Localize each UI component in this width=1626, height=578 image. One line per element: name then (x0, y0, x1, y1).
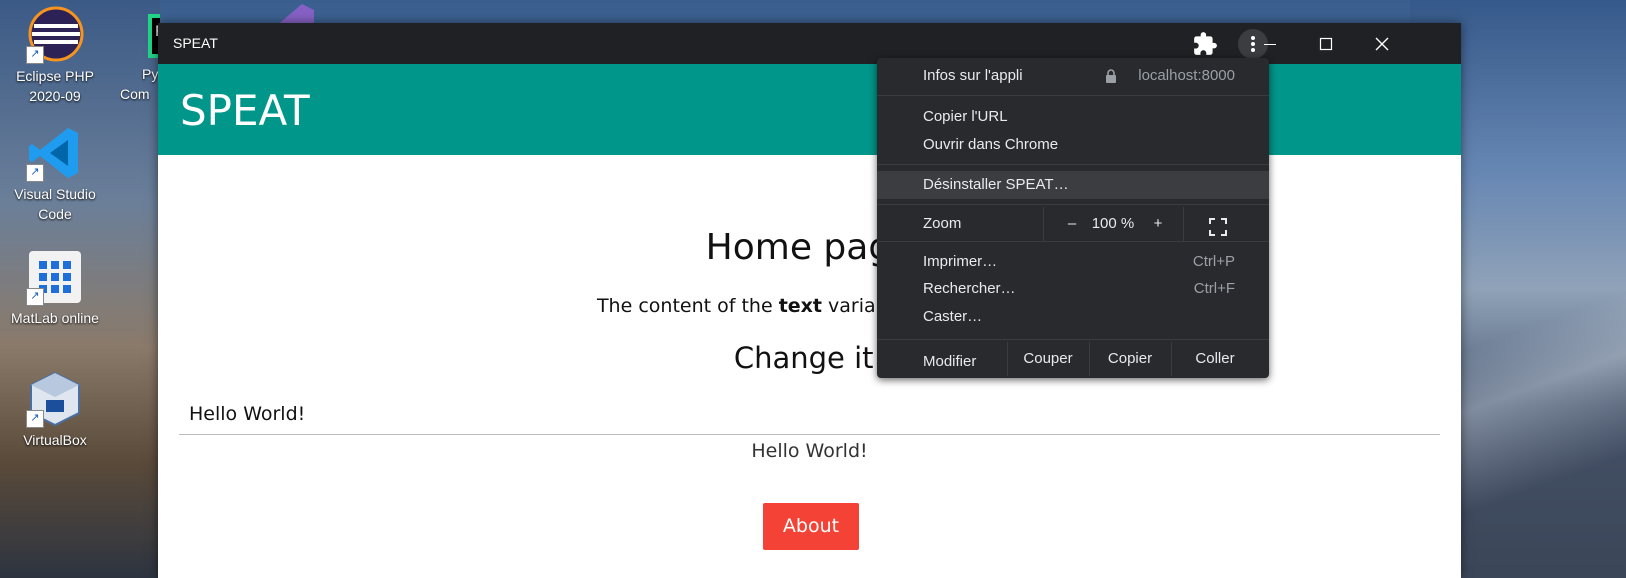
paste-button[interactable]: Coller (1171, 342, 1259, 376)
edit-label: Modifier (923, 353, 977, 370)
fullscreen-icon[interactable] (1209, 215, 1227, 236)
zoom-in-button[interactable]: + (1145, 207, 1171, 241)
app-origin: localhost:8000 (1138, 67, 1235, 84)
menu-item-label: Imprimer… (923, 253, 998, 270)
echo-text: Hello World! (751, 440, 868, 462)
desktop-icon-label: Com (120, 86, 150, 102)
desktop-icon-matlab[interactable]: ↗ MatLab online (0, 248, 110, 328)
menu-divider (877, 339, 1269, 340)
menu-item-label: Copier l'URL (923, 108, 1008, 125)
desktop-icon-eclipse[interactable]: ↗ Eclipse PHP 2020-09 (0, 6, 110, 106)
pycharm-icon: PC (120, 6, 160, 64)
desktop-icon-label: MatLab online (11, 310, 99, 326)
menu-divider (877, 204, 1269, 205)
window-title: SPEAT (173, 35, 218, 51)
about-button[interactable]: About (763, 503, 859, 550)
menu-divider (877, 164, 1269, 165)
cut-button[interactable]: Couper (1007, 342, 1089, 376)
zoom-level: 100 % (1091, 215, 1135, 232)
zoom-row: Zoom – 100 % + (877, 207, 1269, 241)
menu-item-uninstall[interactable]: Désinstaller SPEAT… (877, 171, 1269, 199)
menu-item-app-info[interactable]: Infos sur l'appli localhost:8000 (877, 62, 1269, 90)
desktop-icon-vscode[interactable]: ↗ Visual Studio Code (0, 124, 110, 224)
zoom-label: Zoom (923, 215, 962, 232)
extension-puzzle-icon[interactable] (1192, 31, 1218, 57)
menu-divider (877, 95, 1269, 96)
menu-item-label: Infos sur l'appli (923, 67, 1023, 84)
shortcut-arrow-icon: ↗ (26, 410, 44, 428)
shortcut-arrow-icon: ↗ (26, 164, 44, 182)
lock-icon (1105, 62, 1117, 90)
desktop-icon-pycharm[interactable]: PC Py Com (120, 6, 160, 104)
menu-item-label: Désinstaller SPEAT… (923, 176, 1069, 193)
menu-divider (1183, 207, 1184, 241)
content-prefix: The content of the (596, 295, 779, 317)
close-button[interactable] (1354, 23, 1410, 64)
desktop-icon-virtualbox[interactable]: ↗ VirtualBox (0, 370, 110, 450)
app-grid-icon: ↗ (26, 248, 84, 306)
desktop-icon-label: 2020-09 (29, 88, 81, 104)
edit-row: Modifier Couper Copier Coller (877, 342, 1269, 376)
virtualbox-icon: ↗ (26, 370, 84, 428)
eclipse-icon: ↗ (26, 6, 84, 64)
menu-item-print[interactable]: Imprimer… Ctrl+P (877, 248, 1269, 276)
menu-item-label: Ouvrir dans Chrome (923, 136, 1059, 153)
zoom-out-button[interactable]: – (1059, 207, 1085, 241)
vscode-icon: ↗ (26, 124, 84, 182)
desktop-icon-label: Eclipse PHP (16, 68, 94, 84)
menu-item-label: Caster… (923, 308, 983, 325)
shortcut-arrow-icon: ↗ (26, 46, 44, 64)
desktop-icon-label: Py (142, 66, 159, 82)
shortcut-hint: Ctrl+P (1192, 253, 1235, 270)
menu-item-copy-url[interactable]: Copier l'URL (877, 103, 1269, 131)
menu-item-find[interactable]: Rechercher… Ctrl+F (877, 275, 1269, 303)
menu-item-cast[interactable]: Caster… (877, 303, 1269, 331)
desktop-icon-label: Visual Studio (14, 186, 96, 202)
app-header-title: SPEAT (180, 86, 310, 135)
menu-divider (1043, 207, 1044, 241)
text-input[interactable]: Hello World! (179, 395, 1440, 435)
desktop-icon-label: VirtualBox (23, 432, 87, 448)
menu-divider (877, 241, 1269, 242)
copy-button[interactable]: Copier (1089, 342, 1171, 376)
shortcut-arrow-icon: ↗ (26, 288, 44, 306)
shortcut-hint: Ctrl+F (1193, 280, 1235, 297)
desktop-icon-label: Code (38, 206, 72, 222)
menu-item-open-in-chrome[interactable]: Ouvrir dans Chrome (877, 131, 1269, 159)
menu-item-label: Rechercher… (923, 280, 1016, 297)
app-context-menu: Infos sur l'appli localhost:8000 Copier … (877, 58, 1269, 378)
maximize-button[interactable] (1298, 23, 1354, 64)
content-variable-name: text (778, 295, 822, 317)
